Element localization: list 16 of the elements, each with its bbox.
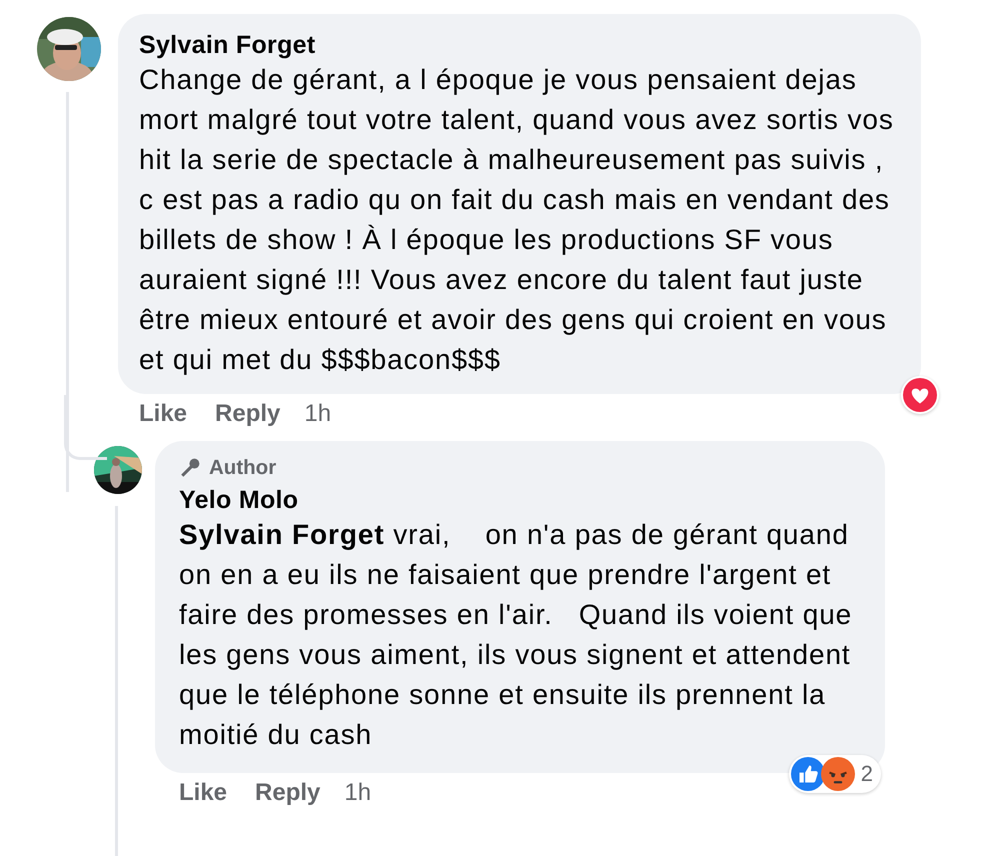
author-name[interactable]: Yelo Molo [179, 485, 861, 515]
comment-action-link[interactable]: Reply [215, 400, 280, 434]
author-name[interactable]: Sylvain Forget [139, 30, 901, 60]
angry-face-icon [820, 757, 855, 791]
comment-text: Change de gérant, a l époque je vous pensaient dejas mort malgré tout votre talent, quand vous avez sortis vos hit la serie de spectacle à malheureusement pas suivis , c est pas a radio qu on fait du cash mais en vendant des billets de show ! À l époque les productions SF vous auraient signé !!! Vous avez encore du talent faut juste être mieux entouré et avoir des gens qui croient en vous et qui met du $$$bacon$$$ [139, 63, 895, 377]
author-label: Author [209, 456, 276, 480]
reply-time[interactable]: 1h [344, 779, 372, 813]
reply-text: Sylvain Forget vrai, on n'a pas de gérant quand on en a eu ils ne faisaient que prendre l'argent et faire des promesses en l'air. Quand ils voient que les gens vous aiment, ils vous signent et attendent que le téléphone sonne et ensuite ils prennent la moitié du cash [179, 518, 854, 752]
reply-action-link[interactable]: Reply [255, 779, 320, 813]
reply-action-link[interactable]: Like [179, 779, 228, 813]
comment-action-link[interactable]: Like [139, 400, 188, 434]
microphone-icon [179, 457, 201, 479]
reaction-summary[interactable]: 2 [788, 755, 881, 793]
reaction-summary[interactable] [901, 376, 939, 414]
thumbs-up-icon [790, 757, 825, 791]
comment-time[interactable]: 1h [304, 400, 332, 434]
